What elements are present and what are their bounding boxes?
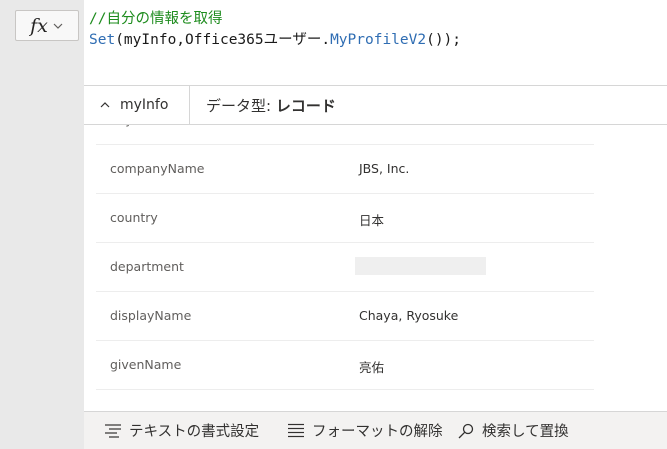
field-key: displayName [110,308,192,323]
field-key: companyName [110,161,205,176]
format-text-icon [105,423,121,438]
data-type-label: データ型: レコード [206,95,336,116]
table-row: givenName 亮佑 [96,341,594,390]
fx-dropdown-button[interactable]: fx [15,10,79,41]
format-text-label: テキストの書式設定 [129,424,260,440]
format-text-button[interactable]: テキストの書式設定 [104,412,259,449]
field-key: country [110,210,158,225]
variable-collapse-toggle[interactable]: myInfo [84,86,190,124]
remove-format-icon [288,423,304,437]
bottom-toolbar: テキストの書式設定 フォーマットの解除 検索して置換 [84,411,667,449]
field-key: city [110,125,133,127]
field-key: givenName [110,357,182,372]
result-panel: myInfo データ型: レコード city companyName JBS, … [84,86,667,449]
table-row: country 日本 [96,194,594,243]
result-header: myInfo データ型: レコード [84,86,667,125]
search-icon [458,423,474,438]
table-row: companyName JBS, Inc. [96,145,594,194]
formula-editor[interactable]: //自分の情報を取得 Set(myInfo,Office365ユーザー.MyPr… [84,0,667,86]
formula-text: //自分の情報を取得 Set(myInfo,Office365ユーザー.MyPr… [89,9,461,51]
empty-value-box [355,257,486,275]
table-row: city [96,125,594,145]
chevron-up-icon [100,102,110,108]
field-key: department [110,259,184,274]
formula-args-close: ()); [426,32,462,48]
formula-set-function: Set [89,32,116,48]
field-value: JBS, Inc. [359,161,410,176]
chevron-down-icon [53,23,63,29]
formula-comment: //自分の情報を取得 [89,11,223,27]
fx-icon: fx [30,14,48,37]
field-value: 亮佑 [359,360,385,375]
remove-format-button[interactable]: フォーマットの解除 [287,412,443,449]
field-value: 日本 [359,213,385,228]
find-replace-label: 検索して置換 [482,424,569,440]
data-type-prefix: データ型: [206,97,276,115]
field-value: Chaya, Ryosuke [359,308,459,323]
find-replace-button[interactable]: 検索して置換 [457,412,569,449]
table-row: department [96,243,594,292]
table-row: displayName Chaya, Ryosuke [96,292,594,341]
data-type-value: レコード [275,97,336,115]
formula-args-open: (myInfo,Office365ユーザー. [115,32,331,48]
formula-profile-function: MyProfileV2 [330,32,427,48]
remove-format-label: フォーマットの解除 [312,424,443,440]
record-table[interactable]: city companyName JBS, Inc. country 日本 de… [96,125,596,397]
variable-name: myInfo [120,97,169,113]
left-gutter [0,0,84,449]
